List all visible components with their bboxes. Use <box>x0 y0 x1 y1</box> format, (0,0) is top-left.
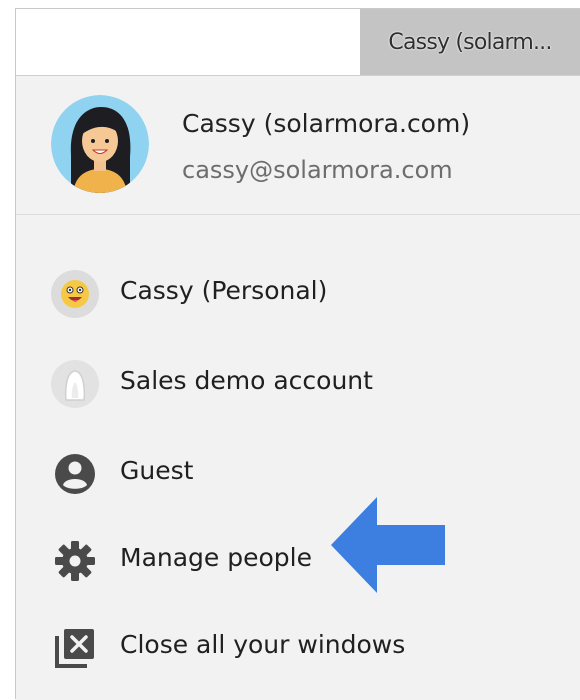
profile-menu: Cassy (Personal) Sales demo account Gues… <box>16 215 580 700</box>
profile-button-label: Cassy (solarm... <box>388 29 552 55</box>
menu-item-close-all-windows[interactable]: Close all your windows <box>16 608 580 688</box>
menu-item-label: Guest <box>120 456 194 485</box>
default-avatar-icon <box>51 360 99 408</box>
gear-icon <box>51 537 99 585</box>
menu-item-label: Manage people <box>120 543 312 572</box>
person-icon <box>51 450 99 498</box>
profile-email: cassy@solarmora.com <box>182 156 453 184</box>
profile-button[interactable]: Cassy (solarm... <box>360 9 580 75</box>
emoji-face-icon <box>51 270 99 318</box>
top-bar: Cassy (solarm... <box>16 9 580 76</box>
current-profile-header: Cassy (solarmora.com) cassy@solarmora.co… <box>16 76 580 215</box>
profile-menu-panel: Cassy (solarm... Cassy (solarmora.com) c… <box>15 8 580 700</box>
menu-item-label: Cassy (Personal) <box>120 276 328 305</box>
left-arrow-icon <box>331 497 445 593</box>
profile-name: Cassy (solarmora.com) <box>182 109 471 138</box>
woman-avatar-icon[interactable] <box>51 95 149 193</box>
menu-item-guest[interactable]: Guest <box>16 434 580 514</box>
menu-item-label: Sales demo account <box>120 366 373 395</box>
menu-item-sales-demo-account[interactable]: Sales demo account <box>16 344 580 424</box>
close-windows-icon <box>51 624 99 672</box>
menu-item-manage-people[interactable]: Manage people <box>16 521 580 601</box>
menu-item-cassy-personal[interactable]: Cassy (Personal) <box>16 254 580 334</box>
menu-item-label: Close all your windows <box>120 630 406 659</box>
